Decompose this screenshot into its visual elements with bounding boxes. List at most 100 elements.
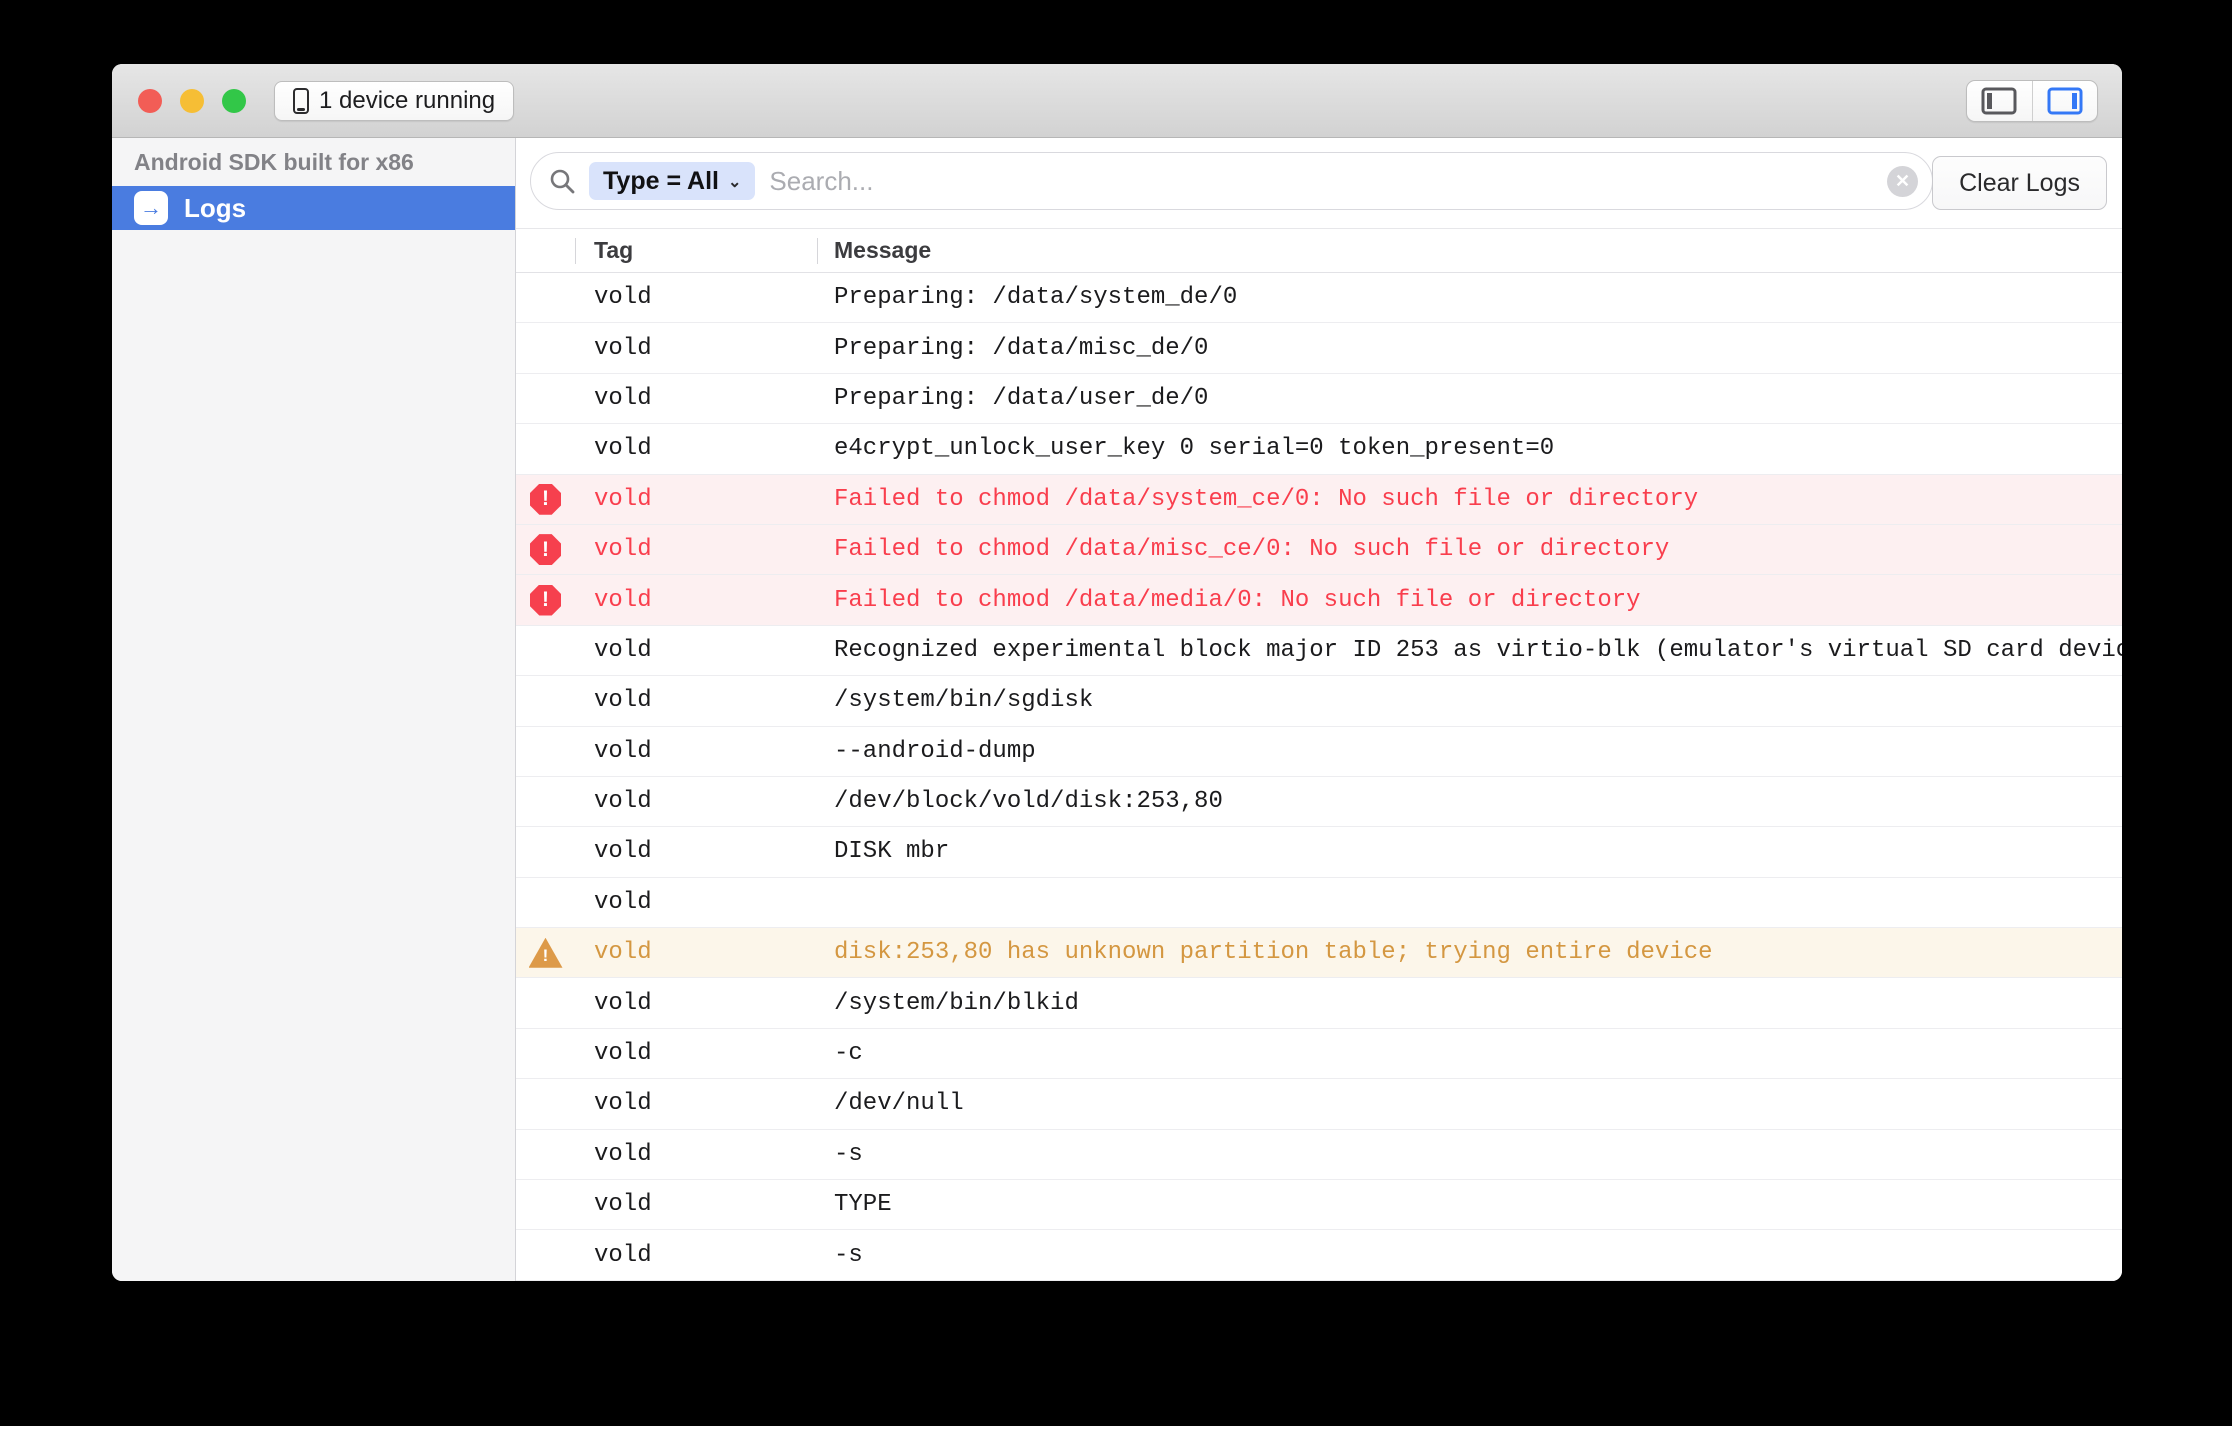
log-message: /dev/block/vold/disk:253,80 — [817, 788, 2122, 815]
log-row[interactable]: !voldFailed to chmod /data/media/0: No s… — [516, 575, 2122, 625]
log-row[interactable]: volde4crypt_unlock_user_key 0 serial=0 t… — [516, 424, 2122, 474]
log-viewer-window: 1 device running — [112, 64, 2122, 1281]
warning-icon: ! — [529, 938, 563, 968]
log-tag: vold — [575, 486, 817, 513]
zoom-button[interactable] — [222, 89, 246, 113]
tag-column-header[interactable]: Tag — [594, 237, 633, 264]
log-level-icon-cell: ! — [516, 484, 575, 515]
traffic-lights — [138, 89, 246, 113]
log-message: Preparing: /data/user_de/0 — [817, 385, 2122, 412]
type-filter-dropdown[interactable]: Type = All ⌄ — [589, 162, 755, 200]
log-row[interactable]: voldPreparing: /data/system_de/0 — [516, 273, 2122, 323]
log-row[interactable]: voldPreparing: /data/misc_de/0 — [516, 323, 2122, 373]
log-row[interactable]: ! voldFailed to chmod /data/system_ce/0: … — [516, 475, 2122, 525]
log-tag: vold — [575, 1191, 817, 1218]
log-message: Preparing: /data/misc_de/0 — [817, 335, 2122, 362]
log-tag: vold — [575, 536, 817, 563]
log-tag: vold — [575, 435, 817, 462]
main-panel: Type = All ⌄ Search... ✕ Clear Logs Tag — [516, 138, 2122, 1281]
search-icon — [549, 168, 575, 194]
logs-arrow-icon: → — [134, 191, 168, 225]
log-tag: vold — [575, 687, 817, 714]
log-table-header: Tag Message — [516, 229, 2122, 273]
log-tag: vold — [575, 1040, 817, 1067]
close-button[interactable] — [138, 89, 162, 113]
message-column-header[interactable]: Message — [834, 237, 931, 264]
log-message: -s — [817, 1242, 2122, 1269]
log-message: -s — [817, 1141, 2122, 1168]
log-tag: vold — [575, 1141, 817, 1168]
minimize-button[interactable] — [180, 89, 204, 113]
right-panel-icon — [2047, 87, 2083, 115]
log-row[interactable]: voldRecognized experimental block major … — [516, 626, 2122, 676]
log-row[interactable]: vold/dev/null — [516, 1079, 2122, 1129]
log-row[interactable]: voldPreparing: /data/user_de/0 — [516, 374, 2122, 424]
log-row[interactable]: vold-s — [516, 1230, 2122, 1280]
log-row[interactable]: vold-c — [516, 1029, 2122, 1079]
log-message: /system/bin/blkid — [817, 990, 2122, 1017]
toggle-left-panel-button[interactable] — [1967, 81, 2032, 121]
log-level-icon-cell: ! — [516, 938, 575, 968]
log-tag: vold — [575, 738, 817, 765]
log-toolbar: Type = All ⌄ Search... ✕ Clear Logs — [516, 138, 2122, 229]
error-icon: ! — [530, 534, 561, 565]
log-message: e4crypt_unlock_user_key 0 serial=0 token… — [817, 435, 2122, 462]
log-message: DISK mbr — [817, 838, 2122, 865]
log-message: Failed to chmod /data/media/0: No such f… — [817, 587, 2122, 614]
log-tag: vold — [575, 838, 817, 865]
sidebar-item-label: Logs — [184, 193, 246, 224]
log-message: disk:253,80 has unknown partition table;… — [817, 939, 2122, 966]
log-row[interactable]: ! volddisk:253,80 has unknown partition t… — [516, 928, 2122, 978]
log-row[interactable]: !voldFailed to chmod /data/misc_ce/0: No… — [516, 525, 2122, 575]
log-message: Preparing: /data/system_de/0 — [817, 284, 2122, 311]
log-tag: vold — [575, 788, 817, 815]
search-field[interactable]: Type = All ⌄ Search... ✕ — [530, 152, 1933, 210]
log-message: /system/bin/sgdisk — [817, 687, 2122, 714]
type-filter-label: Type = All — [603, 167, 719, 196]
sidebar: Android SDK built for x86 → Logs — [112, 138, 516, 1281]
log-message: TYPE — [817, 1191, 2122, 1218]
log-tag: vold — [575, 385, 817, 412]
chevron-down-icon: ⌄ — [728, 172, 741, 192]
log-row[interactable]: vold — [516, 878, 2122, 928]
search-input[interactable]: Search... — [769, 166, 1873, 197]
column-separator — [575, 238, 576, 264]
log-message: /dev/null — [817, 1090, 2122, 1117]
left-panel-icon — [1981, 87, 2017, 115]
log-row[interactable]: vold/system/bin/blkid — [516, 978, 2122, 1028]
log-row[interactable]: vold--android-dump — [516, 727, 2122, 777]
log-message: -c — [817, 1040, 2122, 1067]
log-tag: vold — [575, 1242, 817, 1269]
titlebar[interactable]: 1 device running — [112, 64, 2122, 138]
log-tag: vold — [575, 335, 817, 362]
sidebar-item-logs[interactable]: → Logs — [112, 186, 515, 230]
column-separator — [817, 238, 818, 264]
log-table: voldPreparing: /data/system_de/0voldPrep… — [516, 273, 2122, 1281]
log-level-icon-cell: ! — [516, 534, 575, 565]
device-running-button[interactable]: 1 device running — [274, 81, 514, 121]
log-level-icon-cell: ! — [516, 585, 575, 616]
log-row[interactable]: vold/dev/block/vold/disk:253,80 — [516, 777, 2122, 827]
log-tag: vold — [575, 939, 817, 966]
clear-logs-label: Clear Logs — [1959, 169, 2080, 198]
log-tag: vold — [575, 284, 817, 311]
clear-search-icon[interactable]: ✕ — [1887, 166, 1918, 197]
log-row[interactable]: vold/system/bin/sgdisk — [516, 676, 2122, 726]
toggle-right-panel-button[interactable] — [2032, 81, 2098, 121]
log-row[interactable]: voldDISK mbr — [516, 827, 2122, 877]
device-name-header: Android SDK built for x86 — [112, 147, 515, 179]
log-row[interactable]: voldTYPE — [516, 1180, 2122, 1230]
log-message: --android-dump — [817, 738, 2122, 765]
log-tag: vold — [575, 637, 817, 664]
log-tag: vold — [575, 889, 817, 916]
log-message: Failed to chmod /data/system_ce/0: No su… — [817, 486, 2122, 513]
desktop-background: 1 device running — [0, 0, 2232, 1426]
log-row[interactable]: vold-s — [516, 1130, 2122, 1180]
log-tag: vold — [575, 587, 817, 614]
device-running-label: 1 device running — [319, 87, 495, 115]
log-tag: vold — [575, 990, 817, 1017]
log-message: Recognized experimental block major ID 2… — [817, 637, 2122, 664]
error-icon: ! — [530, 484, 561, 515]
phone-icon — [293, 88, 309, 114]
clear-logs-button[interactable]: Clear Logs — [1932, 156, 2107, 210]
